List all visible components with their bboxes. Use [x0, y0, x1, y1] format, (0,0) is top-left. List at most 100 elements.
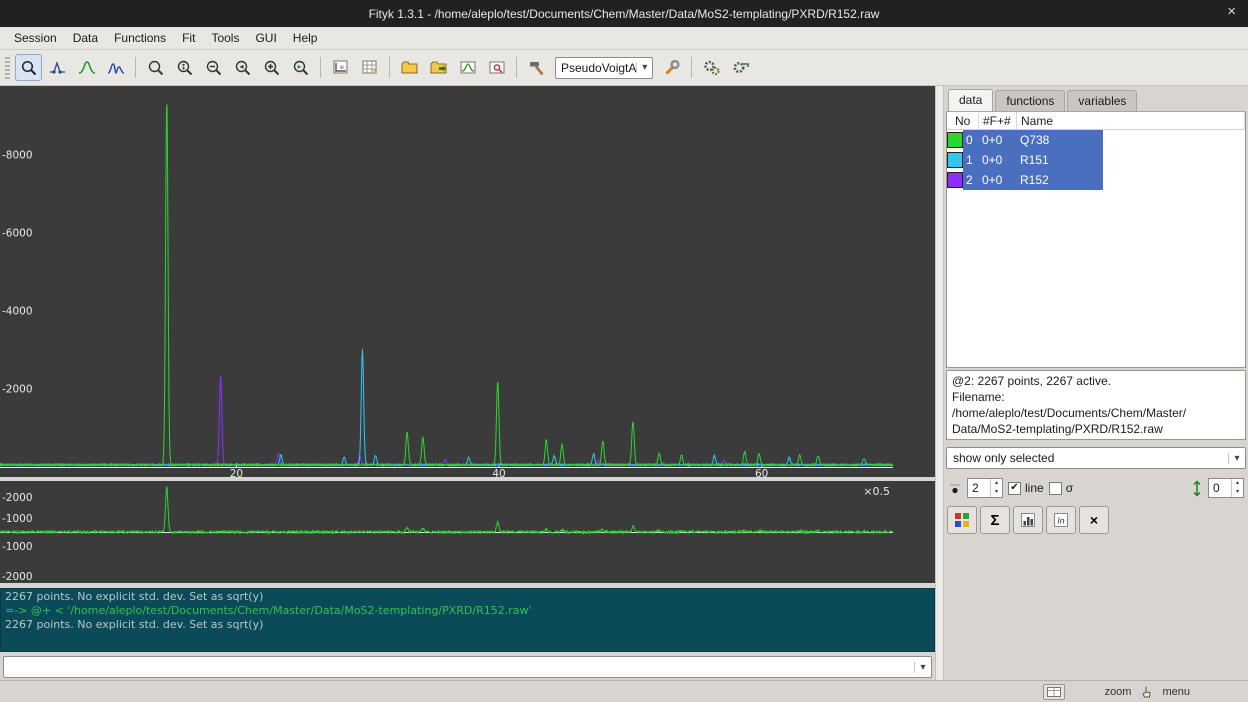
axes-config-button[interactable]: e	[327, 54, 354, 81]
aux-scale-label: ×0.5	[863, 485, 890, 498]
main-content: -8000-6000-4000-2000204060 -2000-1000-10…	[0, 86, 1248, 680]
table-row[interactable]: 20+0R152	[947, 170, 1245, 190]
spinner-arrows[interactable]: ▴▾	[1231, 479, 1243, 497]
cell-fz: 0+0	[979, 130, 1017, 150]
command-input[interactable]	[4, 658, 914, 676]
aux-tick-label: -2000	[2, 492, 33, 504]
sidebar-buttons: Σ ln ×	[946, 506, 1246, 534]
transform-button[interactable]	[1013, 506, 1043, 534]
menu-item-functions[interactable]: Functions	[106, 28, 174, 48]
zoom-prev-button[interactable]: ◂	[229, 54, 256, 81]
toolbar-grip[interactable]	[5, 57, 10, 79]
main-plot[interactable]: -8000-6000-4000-2000204060	[0, 86, 935, 477]
peak-type-dropdown[interactable]: PseudoVoigtA ▾	[555, 57, 653, 79]
add-peak-mode-button[interactable]	[73, 54, 100, 81]
zoom-vertical-button[interactable]: ↕	[171, 54, 198, 81]
checkbox-unchecked-icon	[1049, 482, 1062, 495]
titlebar[interactable]: Fityk 1.3.1 - /home/aleplo/test/Document…	[0, 0, 1248, 27]
console-line: 2267 points. No explicit std. dev. Set a…	[5, 590, 930, 604]
menu-item-gui[interactable]: GUI	[247, 28, 284, 48]
filter-dropdown[interactable]: show only selected ▾	[946, 447, 1246, 469]
menu-item-tools[interactable]: Tools	[203, 28, 247, 48]
menubar: SessionDataFunctionsFitToolsGUIHelp	[0, 27, 1248, 50]
magnifier-icon	[20, 59, 38, 77]
zoom-next-button[interactable]: ▸	[287, 54, 314, 81]
zoom-label: zoom	[1105, 686, 1132, 698]
save-session-button[interactable]	[483, 54, 510, 81]
data-table-body: 00+0Q73810+0R15120+0R152	[947, 130, 1245, 190]
fit-run-button[interactable]	[698, 54, 725, 81]
window-title: Fityk 1.3.1 - /home/aleplo/test/Document…	[369, 7, 880, 21]
command-input-row: ▾	[0, 654, 935, 680]
svg-text:e: e	[340, 63, 344, 71]
close-icon: ×	[1090, 512, 1098, 528]
panel-splitter[interactable]	[935, 86, 944, 680]
aux-plot-area[interactable]: -2000-1000-1000-2000×0.5	[0, 481, 935, 583]
aux-tick-label: -2000	[2, 571, 33, 583]
tab-functions[interactable]: functions	[995, 90, 1065, 111]
tab-data[interactable]: data	[948, 89, 993, 111]
peak-type-value: PseudoVoigtA	[556, 61, 636, 75]
filter-value: show only selected	[947, 451, 1228, 465]
main-plot-area[interactable]: -8000-6000-4000-2000204060	[0, 86, 935, 477]
sum-button[interactable]: Σ	[980, 506, 1010, 534]
zoom-mode-button[interactable]	[15, 54, 42, 81]
console-line: 2267 points. No explicit std. dev. Set a…	[5, 618, 930, 632]
color-swatch[interactable]	[947, 132, 963, 148]
data-range-mode-button[interactable]	[44, 54, 71, 81]
color-swatch[interactable]	[947, 152, 963, 168]
data-shift-icon	[1191, 480, 1203, 497]
fit-settings-button[interactable]	[727, 54, 754, 81]
plot-style-button[interactable]	[356, 54, 383, 81]
color-swatch[interactable]	[947, 172, 963, 188]
data-table-header: No#F+#Name	[947, 112, 1245, 130]
command-history-arrow-icon[interactable]: ▾	[914, 662, 931, 673]
command-combobox[interactable]: ▾	[3, 656, 932, 678]
grid-icon	[361, 59, 379, 77]
zoom-all-button[interactable]	[142, 54, 169, 81]
column-header-2: Name	[1017, 112, 1245, 129]
data-table[interactable]: No#F+#Name 00+0Q73810+0R15120+0R152	[946, 112, 1246, 368]
column-header-0: No	[947, 112, 979, 129]
point-size-spinner[interactable]: 2 ▴▾	[967, 478, 1003, 498]
open-session-button[interactable]	[425, 54, 452, 81]
add-function-mode-button[interactable]	[102, 54, 129, 81]
zoom-next-icon: ▸	[292, 59, 310, 77]
aux-plot[interactable]: -2000-1000-1000-2000×0.5	[0, 481, 935, 583]
define-function-button[interactable]	[658, 54, 685, 81]
palette-icon	[954, 512, 970, 528]
sidebar-tabs: datafunctionsvariables	[946, 88, 1246, 112]
export-image-button[interactable]	[454, 54, 481, 81]
menu-item-fit[interactable]: Fit	[174, 28, 203, 48]
sigma-checkbox[interactable]: σ	[1049, 481, 1073, 495]
log-button[interactable]: ln	[1046, 506, 1076, 534]
spinner-arrows[interactable]: ▴▾	[990, 479, 1002, 497]
output-console[interactable]: 2267 points. No explicit std. dev. Set a…	[0, 588, 935, 652]
toolbar-separator	[320, 57, 321, 78]
menu-item-session[interactable]: Session	[6, 28, 65, 48]
delete-button[interactable]: ×	[1079, 506, 1109, 534]
gears-icon	[703, 59, 721, 77]
table-row[interactable]: 10+0R151	[947, 150, 1245, 170]
run-script-button[interactable]	[523, 54, 550, 81]
menu-item-data[interactable]: Data	[65, 28, 106, 48]
close-button[interactable]: ×	[1227, 4, 1236, 19]
zoom-in-button[interactable]	[258, 54, 285, 81]
open-data-button[interactable]	[396, 54, 423, 81]
point-size-value: 2	[968, 479, 990, 497]
table-row[interactable]: 00+0Q738	[947, 130, 1245, 150]
y-tick-label: -6000	[2, 228, 33, 240]
svg-text:ln: ln	[1057, 517, 1064, 526]
cell-fz: 0+0	[979, 170, 1017, 190]
menu-item-help[interactable]: Help	[285, 28, 326, 48]
tab-variables[interactable]: variables	[1067, 90, 1137, 111]
save-icon	[488, 59, 506, 77]
shift-value: 0	[1209, 479, 1231, 497]
colors-button[interactable]	[947, 506, 977, 534]
statusbar-config-button[interactable]	[1043, 684, 1065, 700]
line-checkbox[interactable]: ✔ line	[1008, 481, 1044, 495]
aux-tick-label: -1000	[2, 541, 33, 553]
shift-spinner[interactable]: 0 ▴▾	[1208, 478, 1244, 498]
zoom-out-button[interactable]	[200, 54, 227, 81]
dropdown-arrow-icon: ▾	[636, 62, 652, 73]
